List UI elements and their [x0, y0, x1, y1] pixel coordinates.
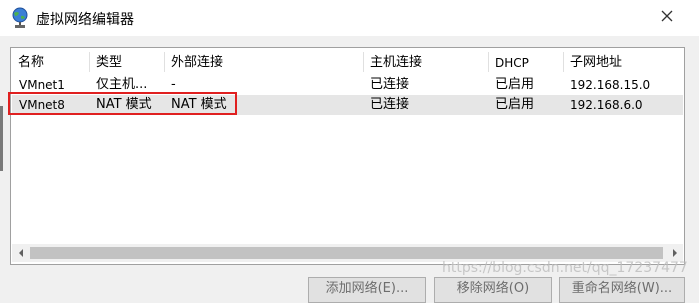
cell-dhcp: 已启用: [495, 97, 535, 112]
close-button[interactable]: [650, 4, 684, 32]
remove-network-button[interactable]: 移除网络(O): [434, 277, 552, 303]
column-header-name[interactable]: 名称: [11, 52, 89, 74]
cell-dhcp: 已启用: [495, 77, 535, 92]
cell-subnet: 192.168.6.0: [570, 98, 643, 112]
scroll-left-icon[interactable]: [12, 244, 29, 262]
title-bar: 虚拟网络编辑器: [0, 0, 699, 36]
annotation-highlight-box: [8, 92, 237, 115]
window-edge: [0, 106, 3, 171]
cell-host: 已连接: [370, 97, 410, 112]
network-list: 名称 类型 外部连接 主机连接 DHCP 子网地址 VMnet1 仅主机... …: [10, 47, 685, 265]
cell-subnet: 192.168.15.0: [570, 78, 651, 92]
cell-host: 已连接: [370, 77, 410, 92]
window-title: 虚拟网络编辑器: [36, 12, 134, 28]
column-header-type[interactable]: 类型: [89, 52, 164, 74]
scrollbar-thumb[interactable]: [30, 247, 663, 259]
rename-network-button[interactable]: 重命名网络(W)...: [559, 277, 685, 303]
watermark: https://blog.csdn.net/qq_17237477: [442, 260, 688, 276]
column-header-host[interactable]: 主机连接: [363, 52, 488, 74]
column-header-subnet[interactable]: 子网地址: [563, 52, 682, 74]
network-globe-icon: [10, 7, 30, 29]
close-icon: [661, 10, 673, 26]
column-header-external[interactable]: 外部连接: [164, 52, 363, 74]
column-header-dhcp[interactable]: DHCP: [488, 52, 563, 74]
add-network-button[interactable]: 添加网络(E)...: [308, 277, 426, 303]
